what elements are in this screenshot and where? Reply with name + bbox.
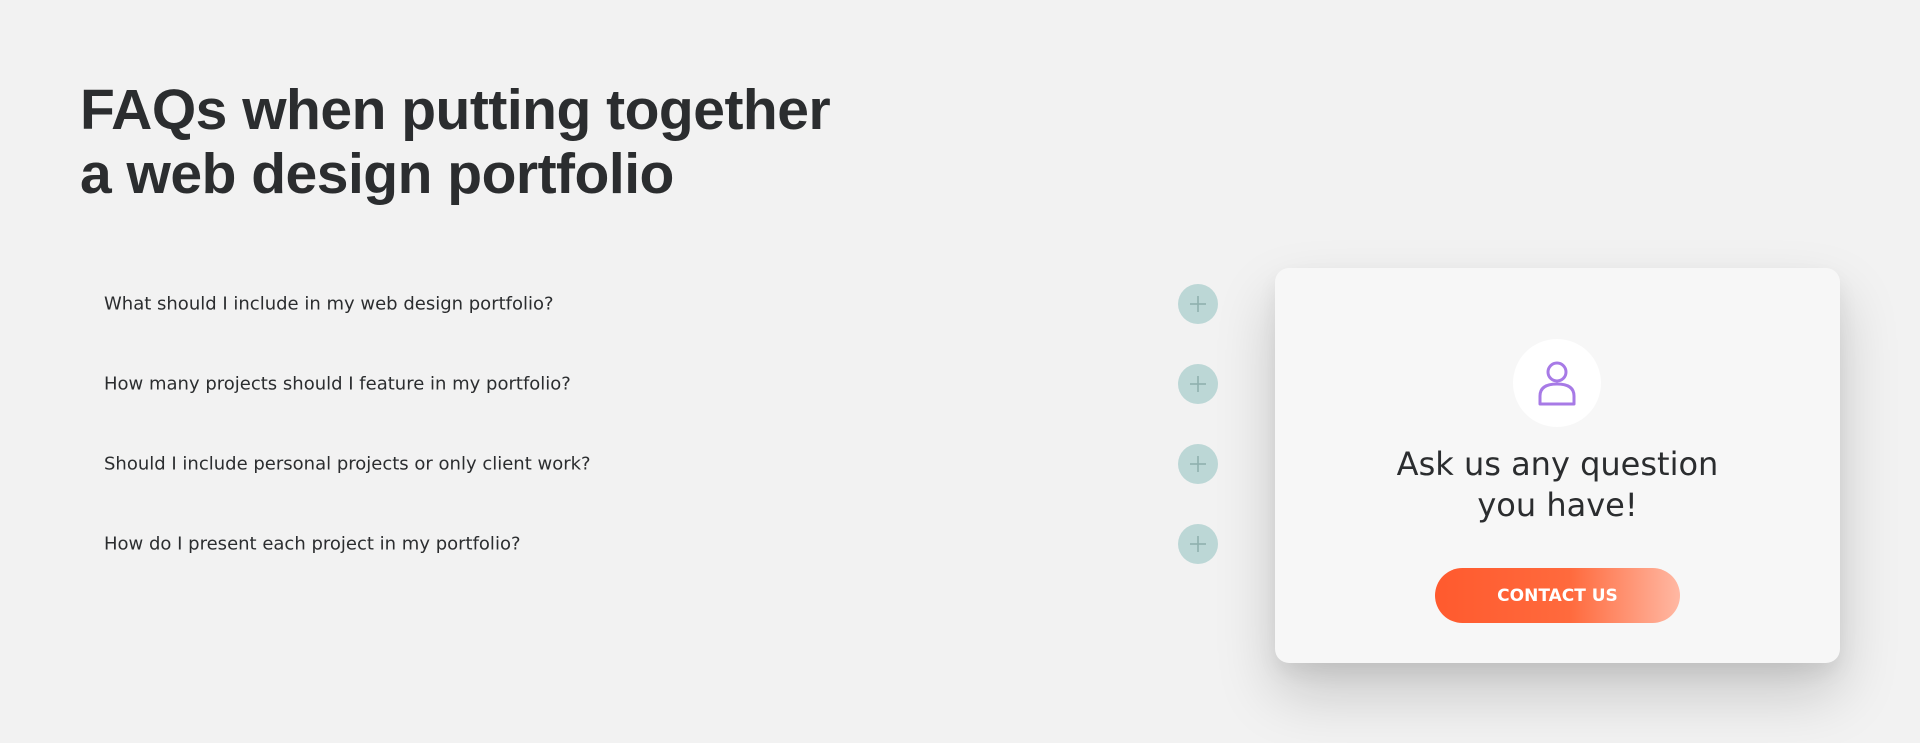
faq-question: What should I include in my web design p… <box>104 293 554 315</box>
expand-toggle-button[interactable] <box>1178 364 1218 404</box>
contact-card: Ask us any question you have! CONTACT US <box>1275 268 1840 663</box>
avatar <box>1513 339 1601 427</box>
page-title-line-2: a web design portfolio <box>80 142 674 206</box>
plus-icon <box>1190 376 1206 392</box>
plus-icon <box>1190 536 1206 552</box>
faq-item[interactable]: How do I present each project in my port… <box>80 504 1220 584</box>
faq-list: What should I include in my web design p… <box>80 264 1220 584</box>
expand-toggle-button[interactable] <box>1178 284 1218 324</box>
faq-item[interactable]: Should I include personal projects or on… <box>80 424 1220 504</box>
contact-card-title-line-1: Ask us any question <box>1396 445 1719 483</box>
plus-icon <box>1190 456 1206 472</box>
contact-us-button[interactable]: CONTACT US <box>1435 568 1680 623</box>
faq-item[interactable]: How many projects should I feature in my… <box>80 344 1220 424</box>
page-title: FAQs when putting together a web design … <box>80 78 980 206</box>
contact-card-title-line-2: you have! <box>1477 486 1638 524</box>
expand-toggle-button[interactable] <box>1178 444 1218 484</box>
user-icon <box>1538 361 1576 406</box>
faq-question: Should I include personal projects or on… <box>104 453 591 475</box>
plus-icon <box>1190 296 1206 312</box>
faq-question: How do I present each project in my port… <box>104 533 521 555</box>
page-title-line-1: FAQs when putting together <box>80 78 831 142</box>
faq-question: How many projects should I feature in my… <box>104 373 571 395</box>
expand-toggle-button[interactable] <box>1178 524 1218 564</box>
faq-page: FAQs when putting together a web design … <box>0 0 1920 743</box>
faq-item[interactable]: What should I include in my web design p… <box>80 264 1220 344</box>
contact-card-title: Ask us any question you have! <box>1275 444 1840 526</box>
